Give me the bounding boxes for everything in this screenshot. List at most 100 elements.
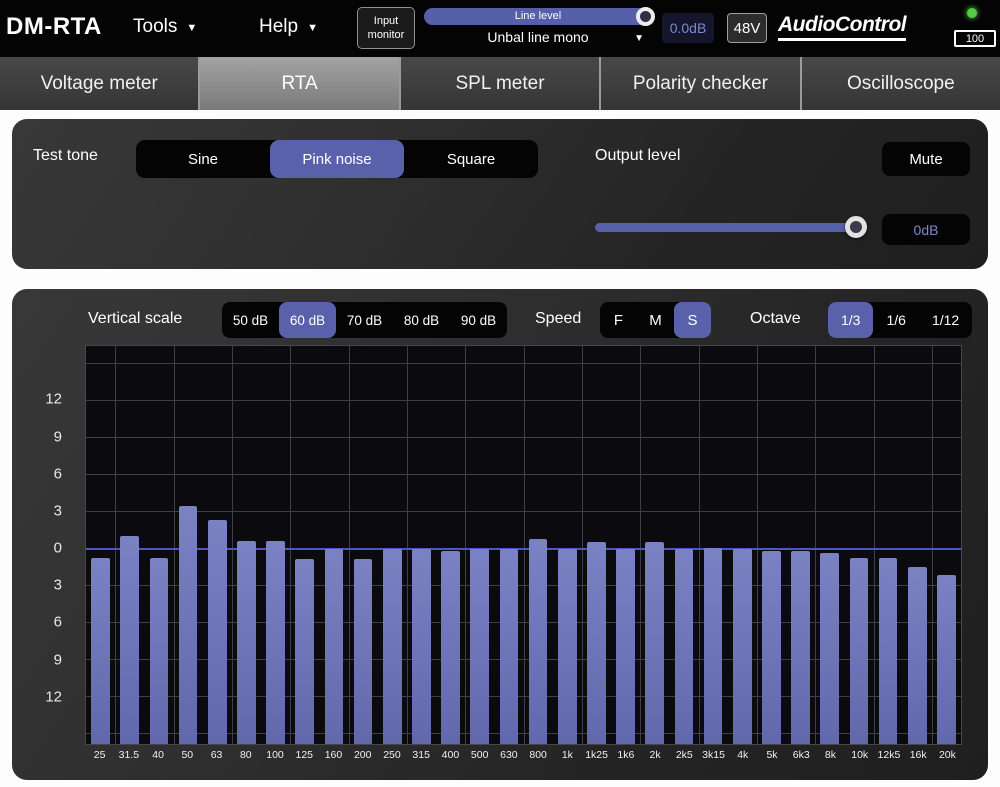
chevron-down-icon: ▼	[634, 33, 644, 44]
rta-bar-20k	[937, 575, 956, 744]
x-axis-tick: 8k	[816, 749, 845, 761]
output-level-slider-thumb[interactable]	[845, 216, 867, 238]
speed-slow-button[interactable]: S	[674, 302, 711, 338]
y-axis-tick: 6	[54, 614, 62, 631]
mute-button[interactable]: Mute	[882, 142, 970, 176]
octave-twelfth-button[interactable]: 1/12	[919, 302, 972, 338]
y-axis-tick: 9	[54, 651, 62, 668]
v-gridline	[465, 346, 466, 744]
rta-bar-125	[295, 559, 314, 744]
input-source-dropdown[interactable]: Unbal line mono ▼	[424, 29, 652, 45]
v-gridline	[699, 346, 700, 744]
rta-bar-160	[325, 549, 344, 744]
rta-bar-315	[412, 549, 431, 744]
speed-fast-button[interactable]: F	[600, 302, 637, 338]
brand-logo: AudioControl	[778, 13, 906, 41]
test-tone-square-button[interactable]: Square	[404, 140, 538, 178]
speed-label: Speed	[535, 310, 581, 328]
rta-bar-4k	[733, 549, 752, 744]
v-gridline	[290, 346, 291, 744]
help-menu[interactable]: Help ▼	[259, 16, 318, 38]
v-gridline	[115, 346, 116, 744]
rta-bar-2k5	[675, 549, 694, 744]
test-tone-options: Sine Pink noise Square	[136, 140, 538, 178]
scale-80db-button[interactable]: 80 dB	[393, 302, 450, 338]
rta-bar-1k6	[616, 549, 635, 744]
output-level-value-button[interactable]: 0dB	[882, 214, 970, 245]
rta-bar-50	[179, 506, 198, 744]
scale-90db-button[interactable]: 90 dB	[450, 302, 507, 338]
tab-voltage-meter[interactable]: Voltage meter	[0, 57, 200, 110]
rta-bar-10k	[850, 558, 869, 744]
phantom-power-button[interactable]: 48V	[727, 13, 767, 43]
line-level-knob[interactable]	[636, 7, 655, 26]
octave-sixth-button[interactable]: 1/6	[873, 302, 918, 338]
y-axis-tick: 3	[54, 577, 62, 594]
tab-polarity-checker[interactable]: Polarity checker	[601, 57, 801, 110]
rta-bar-31.5	[120, 536, 139, 744]
x-axis-tick: 6k3	[787, 749, 816, 761]
power-led-icon	[967, 8, 977, 18]
output-level-slider[interactable]	[595, 223, 862, 232]
v-gridline	[582, 346, 583, 744]
rta-bar-100	[266, 541, 285, 744]
tab-rta[interactable]: RTA	[200, 57, 400, 110]
x-axis-tick: 3k15	[699, 749, 728, 761]
scale-70db-button[interactable]: 70 dB	[336, 302, 393, 338]
rta-bar-3k15	[704, 548, 723, 744]
v-gridline	[932, 346, 933, 744]
x-axis-tick: 16k	[904, 749, 933, 761]
x-axis-tick: 500	[465, 749, 494, 761]
scale-50db-button[interactable]: 50 dB	[222, 302, 279, 338]
rta-bar-6k3	[791, 551, 810, 744]
rta-bar-250	[383, 549, 402, 744]
rta-bar-200	[354, 559, 373, 744]
line-level-slider[interactable]: Line level	[424, 8, 652, 25]
test-tone-pink-noise-button[interactable]: Pink noise	[270, 140, 404, 178]
y-axis-tick: 12	[45, 391, 62, 408]
x-axis-tick: 1k6	[611, 749, 640, 761]
tab-bar: Voltage meter RTA SPL meter Polarity che…	[0, 57, 1000, 110]
scale-60db-button[interactable]: 60 dB	[279, 302, 336, 338]
y-axis-tick: 3	[54, 502, 62, 519]
x-axis-tick: 125	[290, 749, 319, 761]
input-monitor-button[interactable]: Input monitor	[357, 7, 415, 49]
rta-bar-1k	[558, 549, 577, 744]
x-axis-tick: 200	[348, 749, 377, 761]
x-axis-tick: 40	[143, 749, 172, 761]
rta-bar-1k25	[587, 542, 606, 744]
x-axis-tick: 160	[319, 749, 348, 761]
tab-oscilloscope[interactable]: Oscilloscope	[802, 57, 1000, 110]
speed-options: F M S	[600, 302, 711, 338]
x-axis-tick: 4k	[728, 749, 757, 761]
rta-bar-80	[237, 541, 256, 744]
input-monitor-label-line2: monitor	[368, 29, 405, 41]
y-axis-tick: 6	[54, 465, 62, 482]
x-axis-tick: 630	[494, 749, 523, 761]
rta-bar-630	[500, 549, 519, 744]
y-axis-labels: 12963036912	[12, 345, 74, 745]
speed-medium-button[interactable]: M	[637, 302, 674, 338]
x-axis-tick: 31.5	[114, 749, 143, 761]
titlebar: DM-RTA Tools ▼ Help ▼ Input monitor Line…	[0, 0, 1000, 57]
tools-menu[interactable]: Tools ▼	[133, 16, 197, 38]
vertical-scale-label: Vertical scale	[88, 310, 182, 328]
rta-bar-16k	[908, 567, 927, 744]
app-title: DM-RTA	[6, 13, 102, 41]
v-gridline	[640, 346, 641, 744]
rta-bar-5k	[762, 551, 781, 744]
chevron-down-icon: ▼	[186, 22, 197, 34]
battery-indicator: 100	[952, 5, 998, 53]
test-tone-sine-button[interactable]: Sine	[136, 140, 270, 178]
vertical-scale-options: 50 dB 60 dB 70 dB 80 dB 90 dB	[222, 302, 507, 338]
x-axis-tick: 50	[173, 749, 202, 761]
rta-bar-500	[470, 549, 489, 744]
x-axis-tick: 20k	[933, 749, 962, 761]
x-axis-tick: 5k	[757, 749, 786, 761]
v-gridline	[757, 346, 758, 744]
octave-third-button[interactable]: 1/3	[828, 302, 873, 338]
x-axis-tick: 1k25	[582, 749, 611, 761]
x-axis-tick: 250	[377, 749, 406, 761]
tab-spl-meter[interactable]: SPL meter	[401, 57, 601, 110]
y-axis-tick: 9	[54, 428, 62, 445]
